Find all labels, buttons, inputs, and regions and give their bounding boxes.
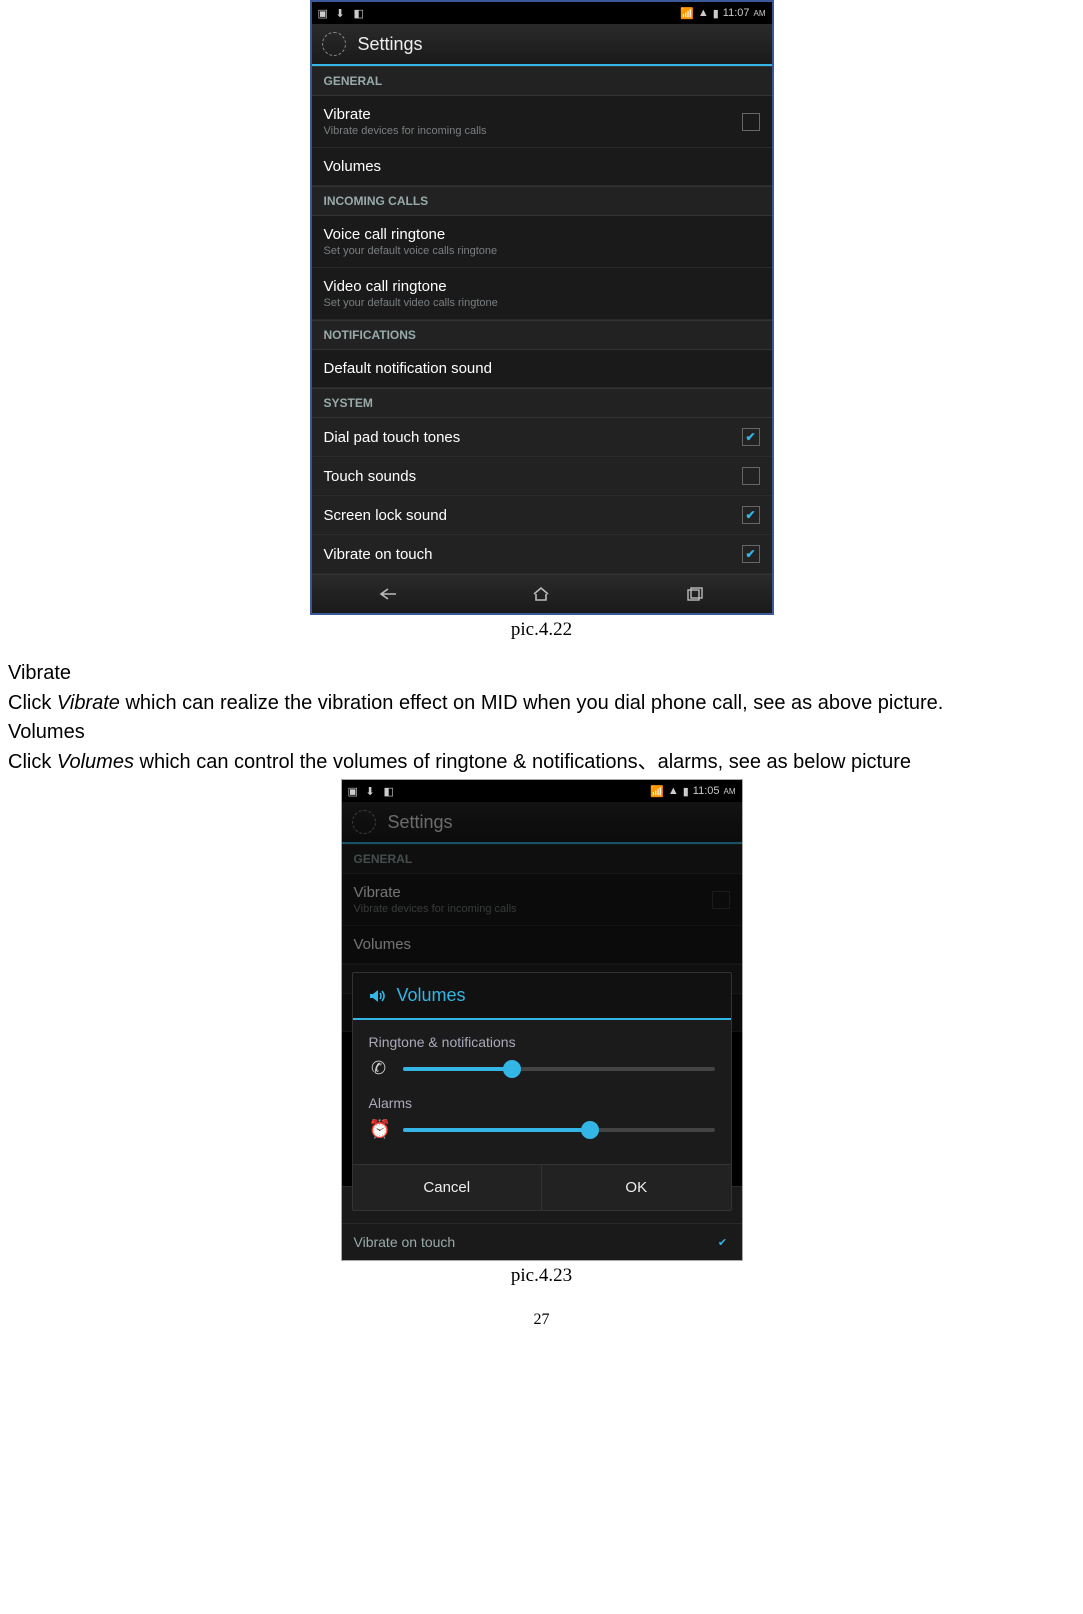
body-volumes-heading: Volumes xyxy=(0,720,1083,746)
dialog-header: Volumes xyxy=(353,973,731,1020)
row-touch-title: Touch sounds xyxy=(324,468,417,485)
bg-row-volumes: Volumes xyxy=(342,926,742,964)
slider-alarms-thumb[interactable] xyxy=(581,1121,599,1139)
battery-icon: ▮ xyxy=(683,785,689,798)
label-ringtone: Ringtone & notifications xyxy=(369,1034,715,1050)
slider-ringtone[interactable] xyxy=(403,1067,715,1071)
status-app-icon: ◧ xyxy=(354,7,366,19)
volumes-dialog: Volumes Ringtone & notifications ✆ Alarm… xyxy=(352,972,732,1211)
row-voice-subtitle: Set your default voice calls ringtone xyxy=(324,245,498,257)
status-notification-icon: ▣ xyxy=(348,785,360,797)
signal-icon: ▲ xyxy=(668,785,679,797)
checkbox-dialpad[interactable] xyxy=(742,428,760,446)
row-video-ringtone[interactable]: Video call ringtone Set your default vid… xyxy=(312,268,772,320)
status-download-icon: ⬇ xyxy=(336,7,348,19)
row-touch-sounds[interactable]: Touch sounds xyxy=(312,457,772,496)
row-default-notification[interactable]: Default notification sound xyxy=(312,350,772,388)
wifi-icon: 📶 xyxy=(680,7,694,20)
slider-alarms[interactable] xyxy=(403,1128,715,1132)
row-dialpad-tones[interactable]: Dial pad touch tones xyxy=(312,418,772,457)
row-vibrate-on-touch[interactable]: Vibrate on touch xyxy=(312,535,772,574)
checkbox-touch[interactable] xyxy=(742,467,760,485)
caption-1: pic.4.22 xyxy=(0,619,1083,641)
app-title: Settings xyxy=(358,34,423,55)
status-download-icon: ⬇ xyxy=(366,785,378,797)
body-volumes-paragraph: Click Volumes which can control the volu… xyxy=(0,750,1083,776)
row-vibrate-subtitle: Vibrate devices for incoming calls xyxy=(324,125,487,137)
battery-icon: ▮ xyxy=(713,7,719,20)
section-general: GENERAL xyxy=(312,66,772,96)
alarm-icon: ⏰ xyxy=(369,1119,389,1140)
phone-icon: ✆ xyxy=(369,1058,389,1079)
body-vibrate-heading: Vibrate xyxy=(0,661,1083,687)
gear-icon xyxy=(322,32,346,56)
back-button[interactable] xyxy=(374,583,402,605)
bg-row-vibrate: Vibrate Vibrate devices for incoming cal… xyxy=(342,874,742,926)
row-screen-lock-sound[interactable]: Screen lock sound xyxy=(312,496,772,535)
clock-time: 11:07 xyxy=(723,7,750,19)
row-dialpad-title: Dial pad touch tones xyxy=(324,429,461,446)
gear-icon xyxy=(352,810,376,834)
row-voice-ringtone[interactable]: Voice call ringtone Set your default voi… xyxy=(312,216,772,268)
clock-ampm: AM xyxy=(754,9,766,18)
page-number: 27 xyxy=(0,1311,1083,1329)
recent-apps-button[interactable] xyxy=(681,583,709,605)
checkbox-vibtouch[interactable] xyxy=(742,545,760,563)
section-notifications: NOTIFICATIONS xyxy=(312,320,772,350)
row-default-notification-title: Default notification sound xyxy=(324,360,492,377)
row-volumes-title: Volumes xyxy=(324,158,382,175)
home-button[interactable] xyxy=(527,583,555,605)
cancel-button[interactable]: Cancel xyxy=(353,1165,543,1210)
app-header-2: Settings xyxy=(342,802,742,844)
row-lock-title: Screen lock sound xyxy=(324,507,447,524)
row-video-title: Video call ringtone xyxy=(324,278,498,295)
checkbox-vibrate[interactable] xyxy=(742,113,760,131)
row-voice-title: Voice call ringtone xyxy=(324,226,498,243)
screenshot-volumes-dialog: ▣ ⬇ ◧ 📶 ▲ ▮ 11:05 AM Settings GENERAL Vi… xyxy=(341,779,743,1261)
bg-row-vibtouch: Vibrate on touch xyxy=(342,1223,742,1260)
app-title-2: Settings xyxy=(388,812,453,833)
row-video-subtitle: Set your default video calls ringtone xyxy=(324,297,498,309)
label-alarms: Alarms xyxy=(369,1095,715,1111)
bg-check-vibtouch xyxy=(716,1235,730,1249)
ok-button[interactable]: OK xyxy=(542,1165,731,1210)
status-bar-2: ▣ ⬇ ◧ 📶 ▲ ▮ 11:05 AM xyxy=(342,780,742,802)
app-header: Settings xyxy=(312,24,772,66)
wifi-icon: 📶 xyxy=(650,785,664,798)
status-notification-icon: ▣ xyxy=(318,7,330,19)
row-volumes[interactable]: Volumes xyxy=(312,148,772,186)
navigation-bar xyxy=(312,574,772,613)
slider-ringtone-fill xyxy=(403,1067,512,1071)
caption-2: pic.4.23 xyxy=(0,1265,1083,1287)
row-vibrate[interactable]: Vibrate Vibrate devices for incoming cal… xyxy=(312,96,772,148)
slider-ringtone-thumb[interactable] xyxy=(503,1060,521,1078)
section-incoming-calls: INCOMING CALLS xyxy=(312,186,772,216)
row-vibtouch-title: Vibrate on touch xyxy=(324,546,433,563)
row-vibrate-title: Vibrate xyxy=(324,106,487,123)
speaker-icon xyxy=(367,986,387,1006)
checkbox-lock[interactable] xyxy=(742,506,760,524)
bg-checkbox-vibrate xyxy=(712,891,730,909)
clock-ampm-2: AM xyxy=(724,787,736,796)
dialog-title: Volumes xyxy=(397,985,466,1006)
screenshot-settings-sound: ▣ ⬇ ◧ 📶 ▲ ▮ 11:07 AM Settings GENERAL Vi… xyxy=(310,0,774,615)
status-bar: ▣ ⬇ ◧ 📶 ▲ ▮ 11:07 AM xyxy=(312,2,772,24)
status-app-icon: ◧ xyxy=(384,785,396,797)
body-vibrate-paragraph: Click Vibrate which can realize the vibr… xyxy=(0,691,1083,717)
section-system: SYSTEM xyxy=(312,388,772,418)
bg-section-general: GENERAL xyxy=(342,844,742,874)
signal-icon: ▲ xyxy=(698,7,709,19)
slider-alarms-fill xyxy=(403,1128,590,1132)
clock-time-2: 11:05 xyxy=(693,785,720,797)
